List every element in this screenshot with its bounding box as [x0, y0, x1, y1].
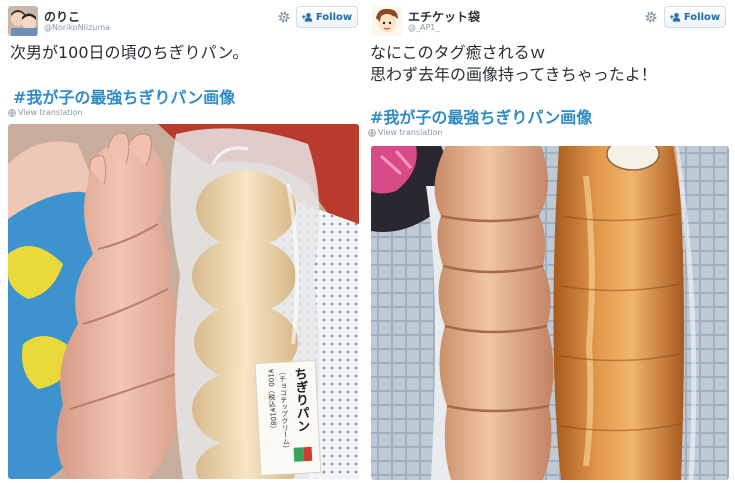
bread-label: ちぎりパン （チョコチップクリーム） ¥100（税込¥108）: [259, 367, 320, 458]
tweet-text-line: 次男が100日の頃のちぎりパン。: [10, 43, 249, 62]
follow-button[interactable]: Follow: [296, 6, 358, 28]
tweet-text-line: 思わず去年の画像持ってきちゃったよ！: [370, 65, 657, 84]
hashtag-link[interactable]: #我が子の最強ちぎりパン画像: [370, 104, 592, 128]
hashtag-link[interactable]: #我が子の最強ちぎりパン画像: [13, 84, 235, 108]
globe-icon: [8, 108, 16, 117]
globe-icon: [368, 128, 376, 137]
avatar[interactable]: [8, 6, 38, 36]
gear-icon[interactable]: [277, 10, 291, 24]
user-handle[interactable]: @_AP1_: [408, 23, 439, 32]
avatar-photo: [8, 6, 38, 36]
baby-leg-and-bread-photo: [371, 146, 729, 480]
follow-button[interactable]: Follow: [664, 6, 726, 28]
tweet-photo-baby-arm-bread[interactable]: ちぎりパン （チョコチップクリーム） ¥100（税込¥108）: [8, 124, 359, 479]
tweet-card-etiquette-bag: エチケット袋 @_AP1_ Follow なにこのタグ癒されるｗ 思わず去年の画…: [364, 0, 735, 483]
tweet-text-line: なにこのタグ癒されるｗ: [370, 43, 546, 62]
avatar-illustration: [372, 6, 402, 36]
tweet-photo-baby-leg-bread[interactable]: [371, 146, 729, 480]
view-translation-label: View translation: [18, 108, 83, 117]
add-person-icon: [669, 12, 680, 22]
follow-label: Follow: [683, 11, 721, 23]
gear-icon[interactable]: [644, 10, 658, 24]
view-translation-label: View translation: [378, 128, 443, 137]
follow-label: Follow: [315, 11, 353, 23]
tweet-card-noriko: のりこ @NorikoNiizuma Follow 次男が100日の頃のちぎりパ…: [0, 0, 364, 483]
bread-label-title: ちぎりパン: [291, 367, 310, 433]
avatar[interactable]: [372, 6, 402, 36]
user-handle[interactable]: @NorikoNiizuma: [44, 23, 110, 32]
view-translation-link[interactable]: View translation: [368, 128, 443, 137]
add-person-icon: [301, 12, 312, 22]
view-translation-link[interactable]: View translation: [8, 108, 83, 117]
